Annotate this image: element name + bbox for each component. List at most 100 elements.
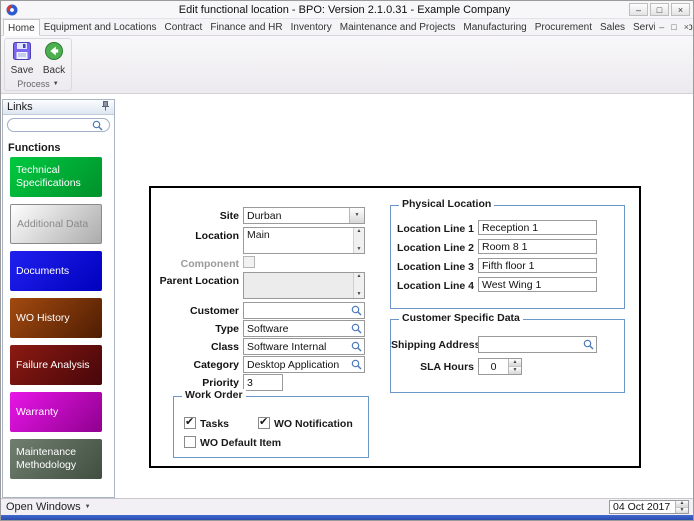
spin-up-icon[interactable]: ▲ xyxy=(509,359,521,367)
tab-manufacturing[interactable]: Manufacturing xyxy=(459,19,530,35)
tasks-checkbox[interactable]: ✔ xyxy=(184,416,196,429)
mdi-minimize-icon[interactable]: – xyxy=(659,22,664,32)
scroll-down-icon: ▼ xyxy=(356,291,362,297)
search-icon[interactable] xyxy=(581,337,596,352)
location-line-3-label: Location Line 3 xyxy=(396,261,474,273)
location-line-1-input[interactable] xyxy=(479,221,596,234)
customer-label: Customer xyxy=(189,305,239,317)
mdi-close-icon[interactable]: × xyxy=(684,22,689,32)
back-button[interactable]: Back xyxy=(39,41,69,76)
customer-input[interactable] xyxy=(244,303,349,318)
location-line-4-input[interactable] xyxy=(479,278,596,291)
spinner-buttons: ▲ ▼ xyxy=(508,359,521,374)
tab-inventory[interactable]: Inventory xyxy=(287,19,336,35)
links-panel-header: Links xyxy=(3,100,114,115)
search-icon[interactable] xyxy=(349,321,364,336)
links-search-input[interactable] xyxy=(12,119,90,131)
category-lookup-field[interactable] xyxy=(243,356,365,373)
scrollbar[interactable]: ▲ ▼ xyxy=(353,228,364,253)
minimize-icon: – xyxy=(635,4,641,15)
sidebar-item-wo-history[interactable]: WO History xyxy=(10,298,102,338)
location-line-2-input[interactable] xyxy=(479,240,596,253)
spin-down-icon[interactable]: ▼ xyxy=(676,507,688,513)
sidebar-item-maintenance-methodology[interactable]: Maintenance Methodology xyxy=(10,439,102,479)
wo-default-item-checkbox[interactable]: ✔ xyxy=(184,436,196,448)
chevron-down-icon: ▼ xyxy=(52,81,59,87)
open-windows-button[interactable]: Open Windows ▼ xyxy=(6,501,91,513)
location-line-3-input[interactable] xyxy=(479,259,596,272)
sla-hours-input[interactable] xyxy=(479,359,508,374)
tab-equipment-and-locations[interactable]: Equipment and Locations xyxy=(40,19,161,35)
sidebar-item-technical-specifications[interactable]: Technical Specifications xyxy=(10,157,102,197)
location-value: Main xyxy=(247,229,270,241)
scroll-down-icon[interactable]: ▼ xyxy=(357,247,362,252)
search-icon[interactable] xyxy=(349,357,364,372)
class-input[interactable] xyxy=(244,339,349,354)
scroll-up-icon[interactable]: ▲ xyxy=(357,229,362,234)
links-search-box[interactable] xyxy=(7,118,110,132)
tab-procurement[interactable]: Procurement xyxy=(531,19,596,35)
class-lookup-field[interactable] xyxy=(243,338,365,355)
spin-down-icon[interactable]: ▼ xyxy=(509,367,521,374)
shipping-address-label: Shipping Address xyxy=(391,339,481,351)
location-line-2-field[interactable] xyxy=(478,239,597,254)
location-textarea[interactable]: Main ▲ ▼ xyxy=(243,227,365,254)
site-label: Site xyxy=(219,210,239,222)
sidebar-item-additional-data[interactable]: Additional Data xyxy=(10,204,102,244)
component-checkbox[interactable]: ✔ xyxy=(243,256,255,268)
sla-hours-spinner[interactable]: ▲ ▼ xyxy=(478,358,522,375)
site-dropdown[interactable]: ▼ xyxy=(243,207,365,224)
tab-sales[interactable]: Sales xyxy=(596,19,629,35)
save-button[interactable]: Save xyxy=(7,41,37,76)
location-line-2-label: Location Line 2 xyxy=(396,242,474,254)
search-icon[interactable] xyxy=(349,303,364,318)
date-input[interactable] xyxy=(610,501,675,513)
pin-icon[interactable] xyxy=(101,100,110,114)
date-picker[interactable]: ▲ ▼ xyxy=(609,500,689,514)
app-logo-icon xyxy=(6,4,18,16)
mdi-restore-icon[interactable]: □ xyxy=(671,22,676,32)
class-label: Class xyxy=(210,341,239,353)
shipping-address-input[interactable] xyxy=(479,337,581,352)
sidebar-item-documents[interactable]: Documents xyxy=(10,251,102,291)
location-line-4-field[interactable] xyxy=(478,277,597,292)
tab-home[interactable]: Home xyxy=(3,19,40,36)
location-line-1-label: Location Line 1 xyxy=(396,223,474,235)
close-button[interactable]: × xyxy=(671,3,690,16)
search-icon[interactable] xyxy=(349,339,364,354)
shipping-address-lookup-field[interactable] xyxy=(478,336,597,353)
priority-input[interactable] xyxy=(244,375,282,390)
window-controls: – □ × xyxy=(629,3,690,16)
sidebar-item-label: Technical Specifications xyxy=(16,164,81,189)
type-lookup-field[interactable] xyxy=(243,320,365,337)
priority-label: Priority xyxy=(202,377,239,389)
sidebar-item-failure-analysis[interactable]: Failure Analysis xyxy=(10,345,102,385)
chevron-down-icon[interactable]: ▼ xyxy=(349,208,364,223)
priority-field[interactable] xyxy=(243,374,283,391)
tab-contract[interactable]: Contract xyxy=(161,19,207,35)
location-line-1-field[interactable] xyxy=(478,220,597,235)
ribbon: Save Back Process ▼ xyxy=(1,36,693,94)
site-input[interactable] xyxy=(244,208,349,223)
category-input[interactable] xyxy=(244,357,349,372)
sidebar-item-warranty[interactable]: Warranty xyxy=(10,392,102,432)
save-button-label: Save xyxy=(10,65,34,76)
location-line-3-field[interactable] xyxy=(478,258,597,273)
parent-location-label: Parent Location xyxy=(159,275,239,287)
sidebar-item-label: Failure Analysis xyxy=(16,358,90,371)
scroll-up-icon: ▲ xyxy=(356,273,362,279)
customer-lookup-field[interactable] xyxy=(243,302,365,319)
parent-location-value xyxy=(244,273,353,298)
minimize-button[interactable]: – xyxy=(629,3,648,16)
sidebar-item-label: Additional Data xyxy=(17,217,89,230)
wo-notification-checkbox[interactable]: ✔ xyxy=(258,416,270,429)
tab-maintenance-and-projects[interactable]: Maintenance and Projects xyxy=(336,19,460,35)
ribbon-tab-bar: Home Equipment and Locations Contract Fi… xyxy=(1,19,693,36)
location-label: Location xyxy=(195,230,239,242)
type-input[interactable] xyxy=(244,321,349,336)
physical-location-group: Physical Location Location Line 1 Locati… xyxy=(390,198,625,309)
tab-finance-and-hr[interactable]: Finance and HR xyxy=(206,19,286,35)
maximize-button[interactable]: □ xyxy=(650,3,669,16)
mdi-window-controls: – □ × xyxy=(655,22,689,32)
functional-location-form: Site ▼ Location Main ▲ ▼ Component ✔ Par… xyxy=(149,186,641,468)
